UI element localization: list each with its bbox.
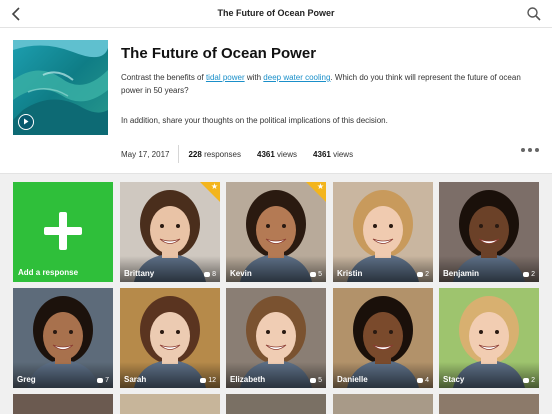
comment-count: 7 (97, 377, 109, 384)
response-tile[interactable]: Stacy 2 (439, 288, 539, 388)
responder-name: Kristin (337, 269, 363, 278)
add-response-button[interactable]: Add a response (13, 182, 113, 282)
views-label-secondary: views (333, 149, 354, 159)
comment-count: 5 (310, 377, 322, 384)
comment-count: 2 (417, 271, 429, 278)
views-label: views (277, 149, 298, 159)
responder-name: Kevin (230, 269, 252, 278)
topic-header: The Future of Ocean Power Contrast the b… (0, 28, 552, 174)
topic-prompt-followup: In addition, share your thoughts on the … (121, 116, 388, 125)
topic-video-thumbnail[interactable] (13, 40, 108, 135)
topic-stats: May 17, 2017 228 responses 4361 views 43… (121, 145, 353, 163)
response-tile[interactable]: Benjamin 2 (439, 182, 539, 282)
featured-star-icon: ★ (306, 182, 326, 202)
comment-bubble-icon (200, 378, 207, 383)
responder-name: Elizabeth (230, 375, 266, 384)
comment-bubble-icon (417, 378, 424, 383)
search-icon[interactable] (526, 6, 542, 22)
response-tile-partial[interactable] (333, 394, 433, 414)
response-tile[interactable]: Danielle 4 (333, 288, 433, 388)
comment-count: 8 (204, 271, 216, 278)
responses-count: 228 (188, 149, 202, 159)
responder-name: Danielle (337, 375, 368, 384)
topic-prompt: Contrast the benefits of tidal power wit… (121, 72, 539, 97)
comment-bubble-icon (523, 378, 530, 383)
tidal-power-link[interactable]: tidal power (206, 73, 245, 82)
comment-bubble-icon (310, 272, 317, 277)
response-tile[interactable]: Sarah 12 (120, 288, 220, 388)
comment-bubble-icon (417, 272, 424, 277)
responder-name: Sarah (124, 375, 147, 384)
featured-star-icon: ★ (200, 182, 220, 202)
prompt-text: with (244, 73, 264, 82)
comment-count: 2 (523, 377, 535, 384)
response-tile[interactable]: Greg 7 (13, 288, 113, 388)
prompt-text: Contrast the benefits of (121, 73, 206, 82)
response-tile[interactable]: Elizabeth 5 (226, 288, 326, 388)
response-tile[interactable]: ★ Brittany 8 (120, 182, 220, 282)
response-tile-partial[interactable] (13, 394, 113, 414)
comment-bubble-icon (204, 272, 211, 277)
responder-name: Benjamin (443, 269, 480, 278)
responder-name: Brittany (124, 269, 155, 278)
response-tile[interactable]: ★ Kevin 5 (226, 182, 326, 282)
comment-count: 5 (310, 271, 322, 278)
comment-bubble-icon (523, 272, 530, 277)
comment-bubble-icon (310, 378, 317, 383)
topic-date: May 17, 2017 (121, 149, 170, 159)
views-count: 4361 (257, 149, 275, 159)
responder-name: Stacy (443, 375, 465, 384)
topic-title: The Future of Ocean Power (121, 45, 317, 62)
response-tile-partial[interactable] (439, 394, 539, 414)
response-tile-partial[interactable] (120, 394, 220, 414)
comment-count: 12 (200, 377, 216, 384)
responses-label: responses (204, 149, 241, 159)
responses-grid: Add a response ★ Brittany 8 ★ Kevin 5 Kristi… (0, 174, 552, 414)
play-icon[interactable] (18, 114, 34, 130)
comment-count: 2 (523, 271, 535, 278)
comment-count: 4 (417, 377, 429, 384)
response-tile-partial[interactable] (226, 394, 326, 414)
views-count-secondary: 4361 (313, 149, 331, 159)
top-nav-bar: The Future of Ocean Power (0, 0, 552, 28)
stats-divider (178, 145, 180, 163)
more-options-icon[interactable] (521, 148, 539, 154)
responder-name: Greg (17, 375, 36, 384)
deep-water-cooling-link[interactable]: deep water cooling (263, 73, 330, 82)
page-title: The Future of Ocean Power (217, 8, 335, 18)
comment-bubble-icon (97, 378, 104, 383)
response-tile[interactable]: Kristin 2 (333, 182, 433, 282)
add-response-label: Add a response (18, 268, 79, 277)
